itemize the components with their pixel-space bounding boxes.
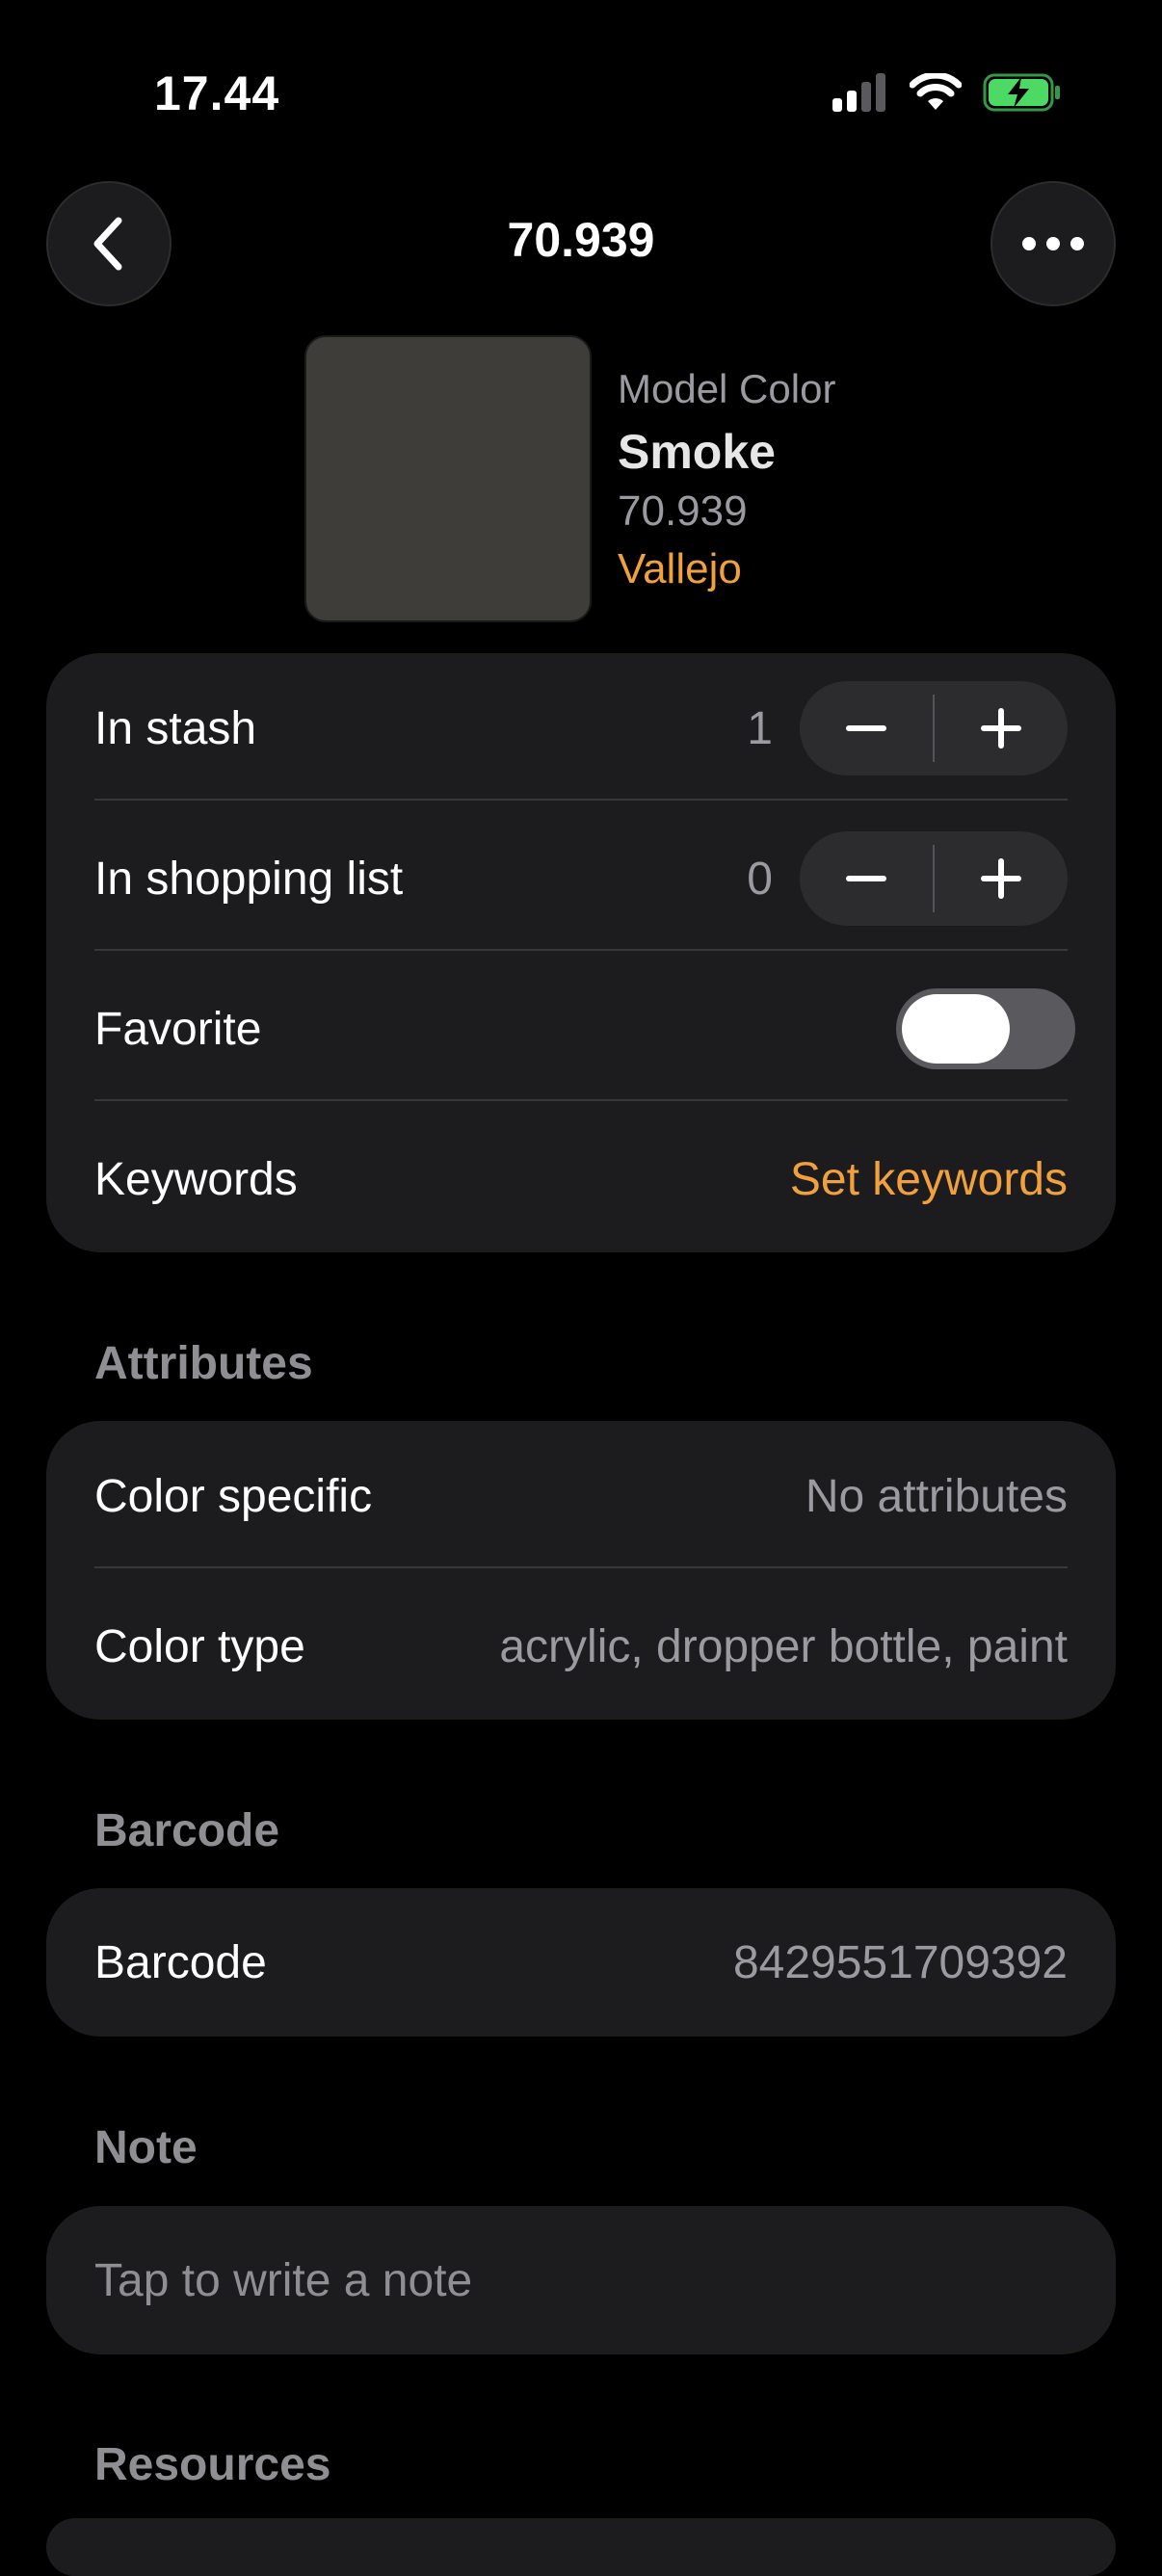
plus-icon xyxy=(981,858,1021,899)
favorite-toggle[interactable] xyxy=(896,988,1075,1069)
set-keywords-button[interactable]: Set keywords xyxy=(790,1153,1068,1206)
barcode-label: Barcode xyxy=(94,1936,267,1988)
stash-stepper xyxy=(800,681,1068,775)
stash-decrement-button[interactable] xyxy=(800,681,933,775)
resources-heading: Resources xyxy=(94,2439,331,2490)
attributes-card: Color specific No attributes Color type … xyxy=(46,1421,1116,1720)
toggle-knob xyxy=(902,994,1010,1064)
note-card[interactable]: Tap to write a note xyxy=(46,2206,1116,2354)
inventory-card: In stash 1 In shopping list 0 Favorite K… xyxy=(46,653,1116,1252)
color-type-row[interactable]: Color type acrylic, dropper bottle, pain… xyxy=(94,1571,1068,1722)
keywords-label: Keywords xyxy=(94,1153,298,1205)
barcode-card: Barcode 8429551709392 xyxy=(46,1888,1116,2037)
battery-charging-icon xyxy=(983,73,1060,112)
barcode-value: 8429551709392 xyxy=(732,1936,1068,1988)
barcode-row[interactable]: Barcode 8429551709392 xyxy=(94,1888,1068,2037)
ellipsis-icon xyxy=(1022,237,1084,250)
status-icons xyxy=(832,73,1062,112)
cellular-signal-icon xyxy=(832,73,885,112)
color-specific-row[interactable]: Color specific No attributes xyxy=(94,1421,1068,1571)
color-specific-label: Color specific xyxy=(94,1470,373,1522)
shopping-increment-button[interactable] xyxy=(935,831,1068,926)
note-placeholder: Tap to write a note xyxy=(94,2254,473,2306)
stash-label: In stash xyxy=(94,702,257,754)
shopping-label: In shopping list xyxy=(94,853,404,905)
stash-count: 1 xyxy=(747,702,773,754)
minus-icon xyxy=(846,725,886,731)
shopping-decrement-button[interactable] xyxy=(800,831,933,926)
wifi-icon xyxy=(910,73,962,110)
color-type-value: acrylic, dropper bottle, paint xyxy=(499,1620,1068,1672)
product-line: Model Color xyxy=(618,366,836,411)
paint-code: 70.939 xyxy=(618,487,748,535)
minus-icon xyxy=(846,876,886,881)
stash-row: In stash 1 xyxy=(94,653,1068,803)
shopping-count: 0 xyxy=(747,853,773,905)
favorite-label: Favorite xyxy=(94,1003,262,1055)
keywords-row: Keywords Set keywords xyxy=(94,1104,1068,1254)
manufacturer-link[interactable]: Vallejo xyxy=(618,545,742,593)
page-title: 70.939 xyxy=(507,213,655,267)
attributes-heading: Attributes xyxy=(94,1338,313,1389)
color-swatch xyxy=(304,335,592,622)
paint-name: Smoke xyxy=(618,425,776,479)
note-heading: Note xyxy=(94,2122,198,2173)
color-type-label: Color type xyxy=(94,1620,305,1672)
resources-card xyxy=(46,2518,1116,2576)
plus-icon xyxy=(981,708,1021,749)
shopping-stepper xyxy=(800,831,1068,926)
note-input[interactable]: Tap to write a note xyxy=(94,2206,1068,2354)
color-specific-value: No attributes xyxy=(805,1470,1068,1522)
stash-increment-button[interactable] xyxy=(935,681,1068,775)
barcode-heading: Barcode xyxy=(94,1805,280,1856)
status-time: 17.44 xyxy=(154,66,280,120)
shopping-row: In shopping list 0 xyxy=(94,803,1068,954)
favorite-row: Favorite xyxy=(94,954,1075,1104)
more-options-button[interactable] xyxy=(990,181,1116,306)
